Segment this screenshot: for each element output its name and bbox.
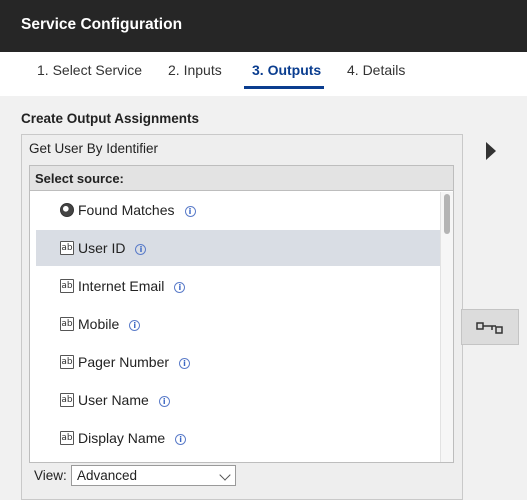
info-icon[interactable]: i [179,358,191,369]
source-header: Select source: [30,166,453,191]
title-bar: Service Configuration [0,0,527,52]
boolean-icon [60,203,74,217]
mapping-link-icon [476,322,503,334]
expand-arrow-icon[interactable] [486,142,496,160]
view-label: View: [34,468,67,483]
list-item-label: User Name i [78,392,170,408]
info-icon[interactable]: i [175,434,187,445]
source-header-label: Select source: [35,171,124,186]
section-heading: Create Output Assignments [21,111,200,126]
list-item[interactable]: ab Mobile i [36,306,440,342]
view-select-value: Advanced [77,468,138,483]
info-icon[interactable]: i [174,282,186,293]
list-item[interactable]: Found Matches i [36,192,440,228]
list-item-label: Found Matches i [78,202,196,218]
list-item-label: Display Name i [78,430,187,446]
text-field-icon: ab [60,317,74,331]
list-item[interactable]: ab Internet Email i [36,268,440,304]
list-item[interactable]: ab Display Name i [36,420,440,456]
tab-select-service[interactable]: 1. Select Service [37,62,142,92]
text-field-icon: ab [60,279,74,293]
list-item[interactable]: ab Pager Number i [36,344,440,380]
list-item[interactable]: ab User ID i [36,230,440,266]
list-item-label: Mobile i [78,316,141,332]
list-scrollbar[interactable] [440,192,453,462]
list-item-label: User ID i [78,240,147,256]
panel-title: Get User By Identifier [29,141,159,156]
text-field-icon: ab [60,241,74,255]
scroll-thumb[interactable] [444,194,450,234]
view-select[interactable]: Advanced [71,465,236,486]
info-icon[interactable]: i [158,396,170,407]
list-item-label: Internet Email i [78,278,186,294]
info-icon[interactable]: i [184,206,196,217]
wizard-tabs: 1. Select Service 2. Inputs 3. Outputs 4… [0,52,527,96]
source-list[interactable]: Found Matches i ab User ID i ab Internet E… [30,192,440,462]
text-field-icon: ab [60,355,74,369]
tab-inputs[interactable]: 2. Inputs [168,62,222,92]
list-item[interactable]: ab User Name i [36,382,440,418]
info-icon[interactable]: i [129,320,141,331]
tab-details[interactable]: 4. Details [347,62,405,92]
chevron-down-icon [219,469,231,481]
info-icon[interactable]: i [135,244,147,255]
list-item-label: Pager Number i [78,354,191,370]
active-tab-indicator [244,86,324,89]
map-assignment-button[interactable] [461,309,519,345]
text-field-icon: ab [60,393,74,407]
text-field-icon: ab [60,431,74,445]
window-title: Service Configuration [21,16,183,33]
